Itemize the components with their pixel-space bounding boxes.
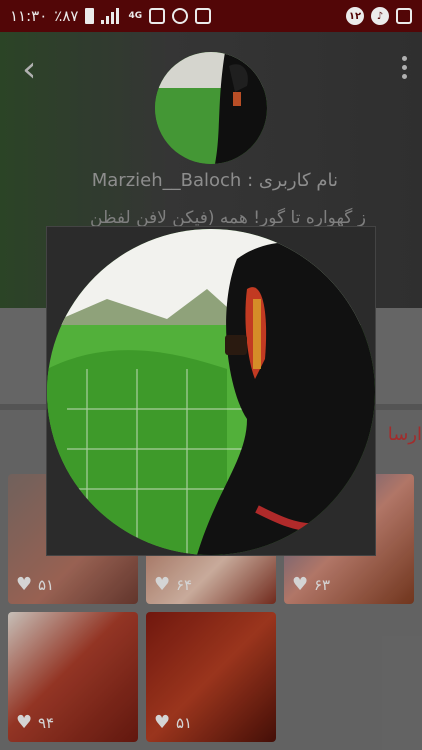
avatar-preview-dialog[interactable] bbox=[46, 226, 376, 556]
avatar-preview-image bbox=[47, 229, 375, 555]
profile-screen: ۱۱:۳۰ ٪۸۷ 4G ۱۲ ♪ ‹ نام کاربری: Marzieh… bbox=[0, 0, 422, 750]
avatar-preview-photo bbox=[47, 229, 375, 555]
